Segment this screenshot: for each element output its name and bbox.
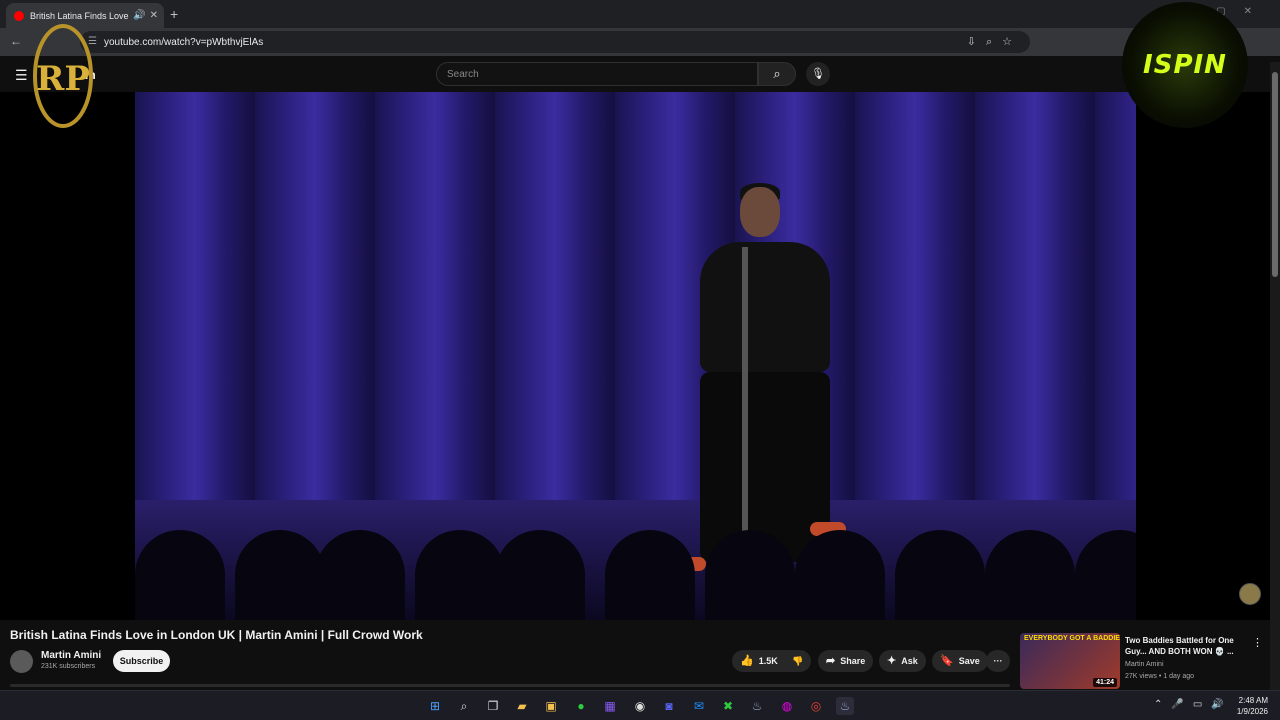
channel-avatar[interactable] [10,650,33,673]
video-title: British Latina Finds Love in London UK |… [10,628,423,642]
ask-button[interactable]: ✦ Ask [879,650,926,672]
recommended-meta: 27K views • 1 day ago [1125,673,1194,680]
bookmark-icon: 🔖 [940,655,954,667]
back-button[interactable]: ← [10,34,22,48]
video-duration: 41:24 [1093,678,1117,687]
voice-search-button[interactable]: 🎙 [806,62,830,86]
apps-grid-icon[interactable]: ▦ [601,697,619,715]
microphone-icon: 🎙 [811,68,825,80]
windows-taskbar: ⊞ ⌕ ❐ ▰ ▣ ● ▦ ◉ ◙ ✉ ✖ ♨ ◍ ◎ ♨ ⌃🎤▭🔊 2:48 … [0,690,1280,720]
url-text[interactable]: youtube.com/watch?v=pWbthvjElAs [104,37,263,48]
audience-silhouettes [135,510,1136,620]
new-tab-button[interactable]: + [170,6,178,22]
recommended-title[interactable]: Two Baddies Battled for One Guy... AND B… [1125,635,1245,657]
omnibox[interactable]: ☰ youtube.com/watch?v=pWbthvjElAs ⇩⌕☆ [80,31,1030,53]
description-box-edge[interactable] [10,684,1010,687]
page-scrollbar[interactable] [1270,62,1280,690]
omnibox-actions[interactable]: ⇩⌕☆ [967,35,1022,49]
torso [700,242,830,372]
save-label: Save [958,656,980,666]
youtube-header: ☰ m Search ⌕ 🎙 [0,56,1280,92]
search-placeholder: Search [447,69,479,80]
more-actions-button[interactable]: ··· [986,650,1010,672]
taskbar-clock[interactable]: 2:48 AM 1/9/2026 [1237,695,1268,717]
address-toolbar: ← ☰ youtube.com/watch?v=pWbthvjElAs ⇩⌕☆ … [0,28,1280,78]
search-input[interactable]: Search [436,62,758,86]
tab-title: British Latina Finds Love in [30,10,130,21]
search-button[interactable]: ⌕ [758,62,796,86]
scrollbar-thumb[interactable] [1272,72,1278,277]
channel-name[interactable]: Martin Amini [41,650,101,661]
file-explorer-icon[interactable]: ▰ [513,697,531,715]
share-icon: ➦ [826,655,836,667]
youtube-favicon-icon [14,10,24,21]
channel-watermark-avatar[interactable] [1239,583,1261,605]
xbox-icon[interactable]: ✖ [719,697,737,715]
globe-logo-text: ISPIN [1143,50,1227,80]
thumbs-down-icon[interactable]: 👎 [792,656,803,666]
rp-logo-text: RP [36,59,90,99]
chrome-icon[interactable]: ◎ [807,697,825,715]
sparkle-icon: ✦ [887,655,897,667]
recommended-channel[interactable]: Martin Amini [1125,661,1164,668]
subscribe-button[interactable]: Subscribe [113,650,170,672]
recommended-menu-icon[interactable]: ⋮ [1252,636,1263,649]
clock-date: 1/9/2026 [1236,707,1268,716]
thumbnail-caption: EVERYBODY GOT A BADDIE [1024,635,1120,642]
obs-icon[interactable]: ◉ [631,697,649,715]
clock-time: 2:48 AM [1238,696,1268,705]
close-tab-icon[interactable]: ✕ [150,10,158,21]
start-icon[interactable]: ⊞ [426,697,444,715]
discord-icon[interactable]: ◙ [660,697,678,715]
app-icon[interactable]: ◍ [778,697,796,715]
task-view-icon[interactable]: ❐ [484,697,502,715]
steam-icon[interactable]: ♨ [748,697,766,715]
like-count: 1.5K [758,656,778,666]
search-icon[interactable]: ⌕ [455,697,473,715]
store-icon[interactable]: ▣ [542,697,560,715]
hamburger-menu-icon[interactable]: ☰ [15,67,28,84]
video-player[interactable] [0,92,1270,620]
system-tray[interactable]: ⌃🎤▭🔊 [1154,699,1233,710]
recommended-thumbnail[interactable]: EVERYBODY GOT A BADDIE 41:24 [1020,633,1120,689]
share-button[interactable]: ➦ Share [818,650,874,672]
thumbs-up-icon: 👍 [740,655,754,667]
ask-label: Ask [901,656,918,666]
speaker-icon[interactable]: 🔊 [133,10,145,21]
mail-icon[interactable]: ✉ [690,697,708,715]
subscriber-count: 231K subscribers [41,663,96,670]
browser-tab-bar: British Latina Finds Love in 🔊 ✕ + —▢✕ [0,0,1280,28]
like-button[interactable]: 👍 1.5K 👎 [732,650,812,672]
save-button[interactable]: 🔖 Save [932,650,988,672]
steam-active-icon[interactable]: ♨ [836,697,854,715]
share-label: Share [840,656,866,666]
xbox-app-icon[interactable]: ● [572,697,590,715]
globe-logo: ISPIN [1122,2,1248,128]
search-icon: ⌕ [773,66,781,81]
video-frame[interactable] [135,92,1136,620]
head [740,187,780,237]
rp-logo: RP [33,24,93,128]
